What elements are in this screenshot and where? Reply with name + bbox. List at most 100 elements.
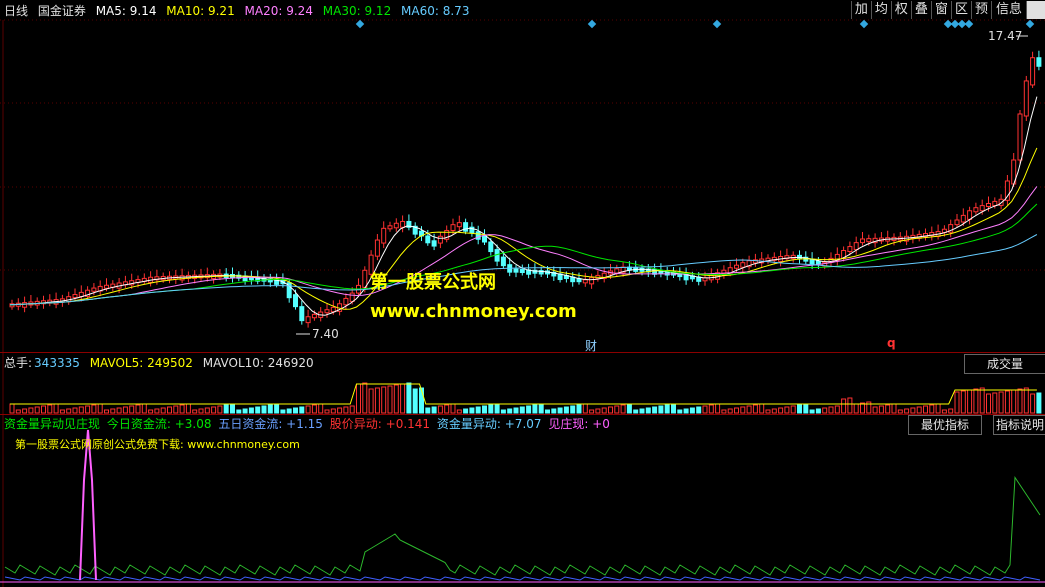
volume-bar	[110, 408, 116, 414]
volume-bar	[519, 406, 525, 414]
volume-bar	[538, 403, 544, 414]
candle-body	[973, 207, 979, 213]
candle-body	[847, 246, 853, 252]
volume-bar	[872, 406, 878, 414]
volume-bar	[425, 407, 431, 414]
indicator-today-flow: 今日资金流: +3.08	[106, 417, 212, 431]
candle-body	[293, 294, 298, 308]
volume-bar	[551, 408, 557, 414]
volume-bar	[116, 407, 122, 414]
volume-bar	[475, 406, 481, 414]
volume-bar	[708, 404, 714, 414]
volume-bar	[482, 405, 487, 414]
volume-label: 总手:	[4, 356, 33, 370]
candle-body	[299, 306, 305, 322]
volume-bar	[293, 407, 298, 414]
event-diamond	[964, 19, 974, 29]
candle-body	[22, 302, 28, 308]
best-indicator-button[interactable]: 最优指标	[908, 415, 982, 435]
volume-bar	[1004, 390, 1010, 414]
low-price-label: 7.40	[312, 327, 339, 341]
candle-body	[1036, 57, 1042, 67]
volume-bar	[891, 403, 897, 414]
volume-bar	[532, 404, 538, 414]
volume-bar	[66, 408, 72, 414]
volume-bar	[400, 383, 406, 414]
volume-bar	[337, 407, 343, 414]
candle-body	[979, 205, 985, 212]
candle-body	[91, 287, 97, 292]
volume-bar	[576, 404, 582, 414]
ma5-line	[9, 96, 1038, 316]
candle-body	[513, 268, 519, 273]
volume-bar	[715, 403, 721, 414]
event-diamond	[587, 19, 597, 29]
five-day-flow-line	[4, 576, 1041, 581]
candle-body	[343, 297, 349, 306]
ma20-line	[9, 186, 1038, 306]
volume-bar	[671, 403, 676, 414]
volume-divider	[0, 352, 1045, 353]
volume-bar	[15, 409, 21, 414]
volume-bar	[841, 398, 847, 414]
volume-bar	[784, 406, 790, 414]
candle-body	[437, 235, 443, 244]
event-q[interactable]: q	[887, 336, 896, 350]
indicator-help-button[interactable]: 指标说明	[993, 415, 1045, 435]
volume-indicator-button[interactable]: 成交量	[964, 354, 1045, 374]
candle-body	[815, 260, 821, 265]
volume-bar	[639, 408, 645, 414]
candle-body	[992, 200, 998, 206]
volume-bar	[299, 406, 305, 414]
volume-bar	[494, 403, 500, 414]
volume-bar	[122, 406, 128, 414]
candle-body	[450, 224, 456, 231]
volume-bar	[230, 403, 235, 414]
volume-bar	[797, 404, 802, 414]
volume-bar	[589, 409, 595, 414]
volume-bar	[381, 386, 387, 414]
volume-bar	[129, 405, 135, 414]
volume-bar	[78, 406, 84, 414]
volume-bar	[998, 391, 1004, 414]
volume-bar	[633, 409, 639, 414]
candle-body	[614, 268, 620, 274]
volume-bar	[582, 403, 588, 414]
volume-bar	[513, 407, 519, 414]
volume-bar	[242, 408, 248, 414]
volume-bar	[431, 406, 437, 414]
volume-bar	[904, 408, 910, 414]
candle-body	[362, 269, 368, 288]
volume-bar	[141, 403, 147, 414]
event-diamond	[712, 19, 722, 29]
volume-bar	[437, 405, 443, 414]
volume-bar	[1030, 393, 1036, 414]
volume-bar	[778, 407, 784, 414]
event-diamond	[1025, 19, 1035, 29]
candle-body	[305, 316, 311, 324]
candle-body	[582, 279, 588, 284]
volume-bar	[185, 403, 191, 414]
candle-body	[381, 227, 387, 244]
chart-canvas[interactable]	[0, 0, 1045, 587]
indicator-header: 资金量异动见庄现 今日资金流: +3.08 五日资金流: +1.15 股价异动:…	[4, 417, 616, 431]
volume-bar	[192, 409, 198, 414]
volume-bar	[1017, 388, 1023, 414]
volume-bar	[683, 408, 689, 414]
volume-value: 343335	[34, 356, 80, 370]
volume-bar	[412, 388, 418, 414]
volume-bar	[236, 409, 242, 414]
volume-bar	[450, 403, 456, 414]
volume-bar	[658, 405, 664, 414]
mavol5-line	[10, 383, 1037, 405]
candle-body	[425, 235, 431, 244]
volume-bar	[255, 406, 261, 414]
indicator-dealer: 见庄现: +0	[548, 417, 610, 431]
volume-bar	[59, 409, 65, 414]
volume-bar	[167, 406, 172, 414]
candle-body	[311, 313, 317, 319]
volume-bar	[330, 408, 336, 414]
volume-bar	[595, 408, 601, 414]
candle-body	[400, 220, 406, 228]
volume-bar	[356, 383, 361, 414]
